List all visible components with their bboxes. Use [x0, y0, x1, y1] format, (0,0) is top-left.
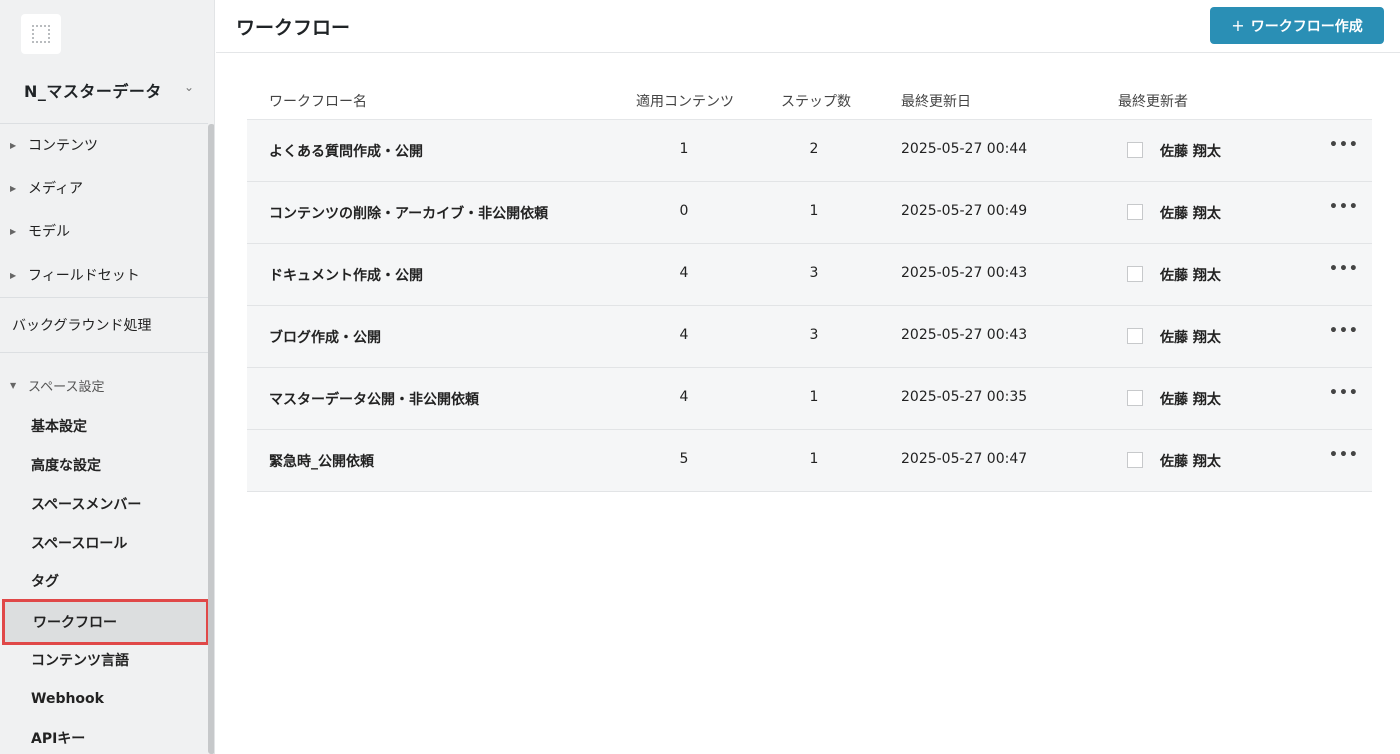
- sidebar-item-label: モデル: [28, 224, 70, 240]
- space-logo[interactable]: [21, 14, 61, 54]
- updated-by: 佐藤 翔太: [1160, 330, 1221, 346]
- applied-contents-count: 5: [679, 451, 689, 467]
- sidebar-item-models[interactable]: ▶ モデル: [0, 211, 208, 251]
- create-workflow-button[interactable]: + ワークフロー作成: [1210, 7, 1384, 44]
- workflow-name[interactable]: ブログ作成・公開: [269, 327, 381, 347]
- step-count: 1: [809, 389, 819, 405]
- divider: [0, 352, 208, 353]
- sidebar-item-label: バックグラウンド処理: [12, 318, 152, 334]
- table-row[interactable]: ドキュメント作成・公開 4 3 2025-05-27 00:43 佐藤 翔太 •…: [247, 244, 1372, 306]
- sidebar: N_マスターデータ ⌄ ▶ コンテンツ ▶ メディア ▶ モデル ▶ フィールド…: [0, 0, 215, 754]
- sidebar-scrollbar[interactable]: [208, 124, 214, 754]
- avatar: [1127, 266, 1143, 282]
- workflow-table: ワークフロー名 適用コンテンツ ステップ数 最終更新日 最終更新者 よくある質問…: [247, 80, 1372, 492]
- workflow-name[interactable]: コンテンツの削除・アーカイブ・非公開依頼: [269, 203, 548, 223]
- updated-at: 2025-05-27 00:44: [901, 141, 1028, 157]
- sidebar-item-tags[interactable]: タグ: [0, 562, 208, 600]
- table-row[interactable]: 緊急時_公開依頼 5 1 2025-05-27 00:47 佐藤 翔太 •••: [247, 430, 1372, 492]
- section-label: スペース設定: [28, 379, 105, 395]
- more-options-icon[interactable]: •••: [1329, 137, 1359, 153]
- table-row[interactable]: ブログ作成・公開 4 3 2025-05-27 00:43 佐藤 翔太 •••: [247, 306, 1372, 368]
- sidebar-item-contents[interactable]: ▶ コンテンツ: [0, 125, 208, 165]
- divider: [0, 123, 208, 124]
- avatar: [1127, 452, 1143, 468]
- sidebar-item-content-languages[interactable]: コンテンツ言語: [0, 641, 208, 679]
- divider: [0, 297, 208, 298]
- sidebar-section-space-settings[interactable]: ▼ スペース設定: [0, 370, 208, 400]
- column-header-name[interactable]: ワークフロー名: [269, 91, 367, 111]
- create-workflow-label: ワークフロー作成: [1250, 18, 1363, 35]
- applied-contents-count: 0: [679, 203, 689, 219]
- more-options-icon[interactable]: •••: [1329, 199, 1359, 215]
- avatar: [1127, 142, 1143, 158]
- updated-by: 佐藤 翔太: [1160, 206, 1221, 222]
- sidebar-item-workflow[interactable]: ワークフロー: [2, 599, 209, 645]
- column-header-steps[interactable]: ステップ数: [781, 91, 851, 111]
- sidebar-item-space-members[interactable]: スペースメンバー: [0, 485, 208, 523]
- updated-at: 2025-05-27 00:49: [901, 203, 1028, 219]
- sidebar-item-webhook[interactable]: Webhook: [0, 680, 208, 718]
- step-count: 2: [809, 141, 819, 157]
- caret-right-icon: ▶: [10, 270, 17, 280]
- updated-by: 佐藤 翔太: [1160, 392, 1221, 408]
- table-header: ワークフロー名 適用コンテンツ ステップ数 最終更新日 最終更新者: [247, 80, 1372, 120]
- sidebar-item-advanced-settings[interactable]: 高度な設定: [0, 446, 208, 484]
- applied-contents-count: 1: [679, 141, 689, 157]
- more-options-icon[interactable]: •••: [1329, 261, 1359, 277]
- table-row[interactable]: よくある質問作成・公開 1 2 2025-05-27 00:44 佐藤 翔太 •…: [247, 120, 1372, 182]
- space-name[interactable]: N_マスターデータ: [24, 78, 162, 102]
- sidebar-item-label: メディア: [28, 181, 84, 197]
- chevron-down-icon[interactable]: ⌄: [184, 80, 194, 94]
- updated-at: 2025-05-27 00:43: [901, 265, 1028, 281]
- updated-at: 2025-05-27 00:47: [901, 451, 1028, 467]
- updated-at: 2025-05-27 00:43: [901, 327, 1028, 343]
- page-header: ワークフロー + ワークフロー作成: [216, 0, 1400, 53]
- workflow-name[interactable]: ドキュメント作成・公開: [269, 265, 423, 285]
- page-title: ワークフロー: [236, 17, 351, 39]
- updated-by: 佐藤 翔太: [1160, 268, 1221, 284]
- caret-right-icon: ▶: [10, 140, 17, 150]
- updated-by: 佐藤 翔太: [1160, 454, 1221, 470]
- updated-at: 2025-05-27 00:35: [901, 389, 1028, 405]
- column-header-contents[interactable]: 適用コンテンツ: [636, 91, 734, 111]
- sidebar-item-basic-settings[interactable]: 基本設定: [0, 407, 208, 445]
- column-header-updated-by[interactable]: 最終更新者: [1118, 91, 1188, 111]
- sidebar-item-media[interactable]: ▶ メディア: [0, 168, 208, 208]
- step-count: 3: [809, 265, 819, 281]
- caret-right-icon: ▶: [10, 226, 17, 236]
- table-row[interactable]: マスターデータ公開・非公開依頼 4 1 2025-05-27 00:35 佐藤 …: [247, 368, 1372, 430]
- sidebar-item-label: コンテンツ: [28, 138, 98, 154]
- more-options-icon[interactable]: •••: [1329, 385, 1359, 401]
- updated-by: 佐藤 翔太: [1160, 144, 1221, 160]
- applied-contents-count: 4: [679, 265, 689, 281]
- placeholder-image-icon: [32, 25, 50, 43]
- step-count: 3: [809, 327, 819, 343]
- table-row[interactable]: コンテンツの削除・アーカイブ・非公開依頼 0 1 2025-05-27 00:4…: [247, 182, 1372, 244]
- step-count: 1: [809, 451, 819, 467]
- sidebar-item-fieldsets[interactable]: ▶ フィールドセット: [0, 255, 208, 295]
- applied-contents-count: 4: [679, 327, 689, 343]
- plus-icon: +: [1231, 16, 1245, 35]
- sidebar-item-space-roles[interactable]: スペースロール: [0, 524, 208, 562]
- sidebar-item-background-jobs[interactable]: バックグラウンド処理: [0, 305, 208, 345]
- column-header-updated[interactable]: 最終更新日: [901, 91, 971, 111]
- caret-down-icon: ▼: [10, 380, 17, 390]
- workflow-name[interactable]: 緊急時_公開依頼: [269, 451, 374, 471]
- more-options-icon[interactable]: •••: [1329, 447, 1359, 463]
- sidebar-item-api-keys[interactable]: APIキー: [0, 719, 208, 754]
- step-count: 1: [809, 203, 819, 219]
- applied-contents-count: 4: [679, 389, 689, 405]
- workflow-name[interactable]: マスターデータ公開・非公開依頼: [269, 389, 479, 409]
- avatar: [1127, 390, 1143, 406]
- workflow-name[interactable]: よくある質問作成・公開: [269, 141, 423, 161]
- sidebar-item-label: フィールドセット: [28, 268, 140, 284]
- avatar: [1127, 204, 1143, 220]
- avatar: [1127, 328, 1143, 344]
- more-options-icon[interactable]: •••: [1329, 323, 1359, 339]
- caret-right-icon: ▶: [10, 183, 17, 193]
